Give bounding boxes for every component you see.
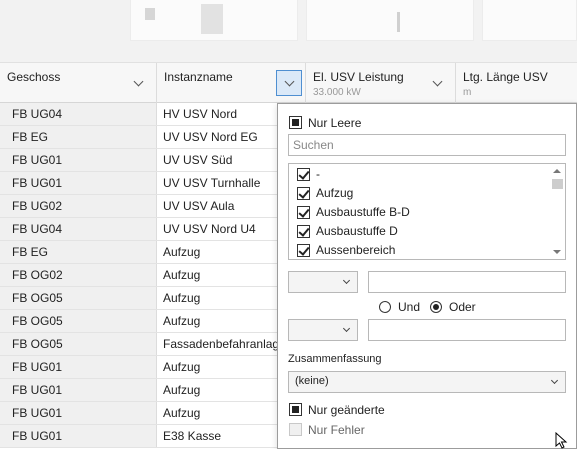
- list-item[interactable]: -: [289, 165, 549, 184]
- cell-instanzname[interactable]: UV USV Süd: [157, 149, 277, 171]
- column-header-label: Instanzname: [164, 70, 233, 84]
- column-header-geschoss[interactable]: Geschoss: [0, 63, 157, 103]
- chevron-down-icon: [550, 376, 559, 385]
- cell-geschoss[interactable]: FB UG04: [0, 218, 157, 240]
- scroll-down-icon[interactable]: [553, 250, 561, 254]
- summary-label: Zusammenfassung: [288, 353, 382, 365]
- cell-instanzname[interactable]: Aufzug: [157, 379, 277, 401]
- cell-geschoss[interactable]: FB UG01: [0, 425, 157, 447]
- summary-select[interactable]: (keine): [288, 371, 566, 393]
- cell-instanzname[interactable]: UV USV Turnhalle: [157, 172, 277, 194]
- list-item[interactable]: Ausbaustuffe D: [289, 222, 549, 241]
- filter-search-input[interactable]: [289, 135, 565, 155]
- column-filter-button[interactable]: [125, 70, 151, 96]
- thumbnail-strip: [0, 0, 577, 62]
- condition-value-1-field[interactable]: [368, 271, 566, 293]
- column-header-sum: 33.000 kW: [313, 87, 361, 98]
- cell-instanzname[interactable]: UV USV Nord U4: [157, 218, 277, 240]
- scrollbar-thumb[interactable]: [552, 179, 563, 189]
- thumbnail-preview[interactable]: [130, 0, 298, 41]
- value-label: -: [316, 167, 320, 181]
- chevron-down-icon: [432, 76, 442, 86]
- column-header-label: Ltg. Länge USV: [463, 70, 548, 84]
- chevron-down-icon: [133, 76, 143, 86]
- only-errors-label: Nur Fehler: [308, 423, 365, 437]
- cell-geschoss[interactable]: FB EG: [0, 241, 157, 263]
- or-radio[interactable]: [430, 301, 442, 313]
- mouse-cursor-icon: [555, 432, 568, 449]
- and-label: Und: [398, 300, 421, 314]
- cell-geschoss[interactable]: FB UG02: [0, 195, 157, 217]
- cell-geschoss[interactable]: FB UG01: [0, 402, 157, 424]
- filter-search-field[interactable]: [288, 134, 566, 156]
- cell-instanzname[interactable]: Aufzug: [157, 402, 277, 424]
- value-checkbox[interactable]: [297, 244, 310, 257]
- cell-instanzname[interactable]: UV USV Nord EG: [157, 126, 277, 148]
- list-item[interactable]: Aussenbereich: [289, 241, 549, 259]
- thumbnail-preview[interactable]: [306, 0, 474, 41]
- cell-geschoss[interactable]: FB OG05: [0, 333, 157, 355]
- column-header-label: El. USV Leistung: [313, 70, 404, 84]
- value-checkbox[interactable]: [297, 225, 310, 238]
- column-header-instanzname[interactable]: Instanzname: [157, 63, 306, 103]
- and-radio[interactable]: [379, 301, 391, 313]
- cell-geschoss[interactable]: FB UG01: [0, 172, 157, 194]
- chevron-down-icon: [342, 324, 351, 333]
- column-filter-button-active[interactable]: [276, 70, 302, 96]
- thumbnail-preview[interactable]: [482, 0, 577, 41]
- cell-instanzname[interactable]: Aufzug: [157, 310, 277, 332]
- value-label: Ausbaustuffe B-D: [316, 205, 410, 219]
- condition-value-2-input[interactable]: [369, 320, 565, 340]
- cell-geschoss[interactable]: FB UG04: [0, 103, 157, 125]
- cell-instanzname[interactable]: Fassadenbefahranlage: [157, 333, 277, 355]
- list-item[interactable]: Ausbaustuffe B-D: [289, 203, 549, 222]
- chevron-down-icon: [342, 276, 351, 285]
- column-header-label: Geschoss: [7, 70, 61, 84]
- only-empty-checkbox[interactable]: [289, 116, 302, 129]
- value-checkbox[interactable]: [297, 168, 310, 181]
- condition-value-1-input[interactable]: [369, 272, 565, 292]
- value-label: Aufzug: [316, 186, 354, 200]
- value-checkbox[interactable]: [297, 206, 310, 219]
- column-header-ltg-laenge[interactable]: Ltg. Länge USV m: [456, 63, 577, 103]
- cell-instanzname[interactable]: HV USV Nord: [157, 103, 277, 125]
- column-filter-popup: Nur Leere - Aufzug Ausbaustuffe B-D Ausb…: [277, 103, 577, 449]
- column-header-usv-leistung[interactable]: El. USV Leistung 33.000 kW: [306, 63, 456, 103]
- column-header-unit: m: [463, 87, 472, 98]
- only-empty-label: Nur Leere: [308, 116, 362, 130]
- cell-geschoss[interactable]: FB UG01: [0, 149, 157, 171]
- or-label: Oder: [449, 300, 476, 314]
- cell-instanzname[interactable]: UV USV Aula: [157, 195, 277, 217]
- value-label: Ausbaustuffe D: [316, 224, 398, 238]
- value-checkbox[interactable]: [297, 187, 310, 200]
- list-scrollbar[interactable]: [550, 165, 564, 258]
- cell-instanzname[interactable]: E38 Kasse: [157, 425, 277, 447]
- cell-instanzname[interactable]: Aufzug: [157, 264, 277, 286]
- cell-instanzname[interactable]: Aufzug: [157, 241, 277, 263]
- scroll-up-icon[interactable]: [553, 169, 561, 173]
- cell-geschoss[interactable]: FB OG05: [0, 310, 157, 332]
- list-item[interactable]: Aufzug: [289, 184, 549, 203]
- cell-geschoss[interactable]: FB EG: [0, 126, 157, 148]
- summary-select-value: (keine): [295, 375, 329, 387]
- filter-value-list[interactable]: - Aufzug Ausbaustuffe B-D Ausbaustuffe D…: [288, 163, 566, 260]
- column-filter-button[interactable]: [424, 70, 450, 96]
- cell-instanzname[interactable]: Aufzug: [157, 287, 277, 309]
- condition-operator-2-select[interactable]: [288, 319, 358, 341]
- only-changed-label: Nur geänderte: [308, 403, 385, 417]
- cell-instanzname[interactable]: Aufzug: [157, 356, 277, 378]
- condition-operator-1-select[interactable]: [288, 271, 358, 293]
- chevron-down-icon: [284, 76, 294, 86]
- grid-header: Geschoss Instanzname El. USV Leistung 33…: [0, 62, 577, 103]
- cell-geschoss[interactable]: FB OG05: [0, 287, 157, 309]
- cell-geschoss[interactable]: FB UG01: [0, 356, 157, 378]
- cell-geschoss[interactable]: FB UG01: [0, 379, 157, 401]
- cell-geschoss[interactable]: FB OG02: [0, 264, 157, 286]
- only-changed-checkbox[interactable]: [289, 403, 302, 416]
- only-errors-checkbox[interactable]: [289, 423, 302, 436]
- value-label: Aussenbereich: [316, 243, 396, 257]
- condition-value-2-field[interactable]: [368, 319, 566, 341]
